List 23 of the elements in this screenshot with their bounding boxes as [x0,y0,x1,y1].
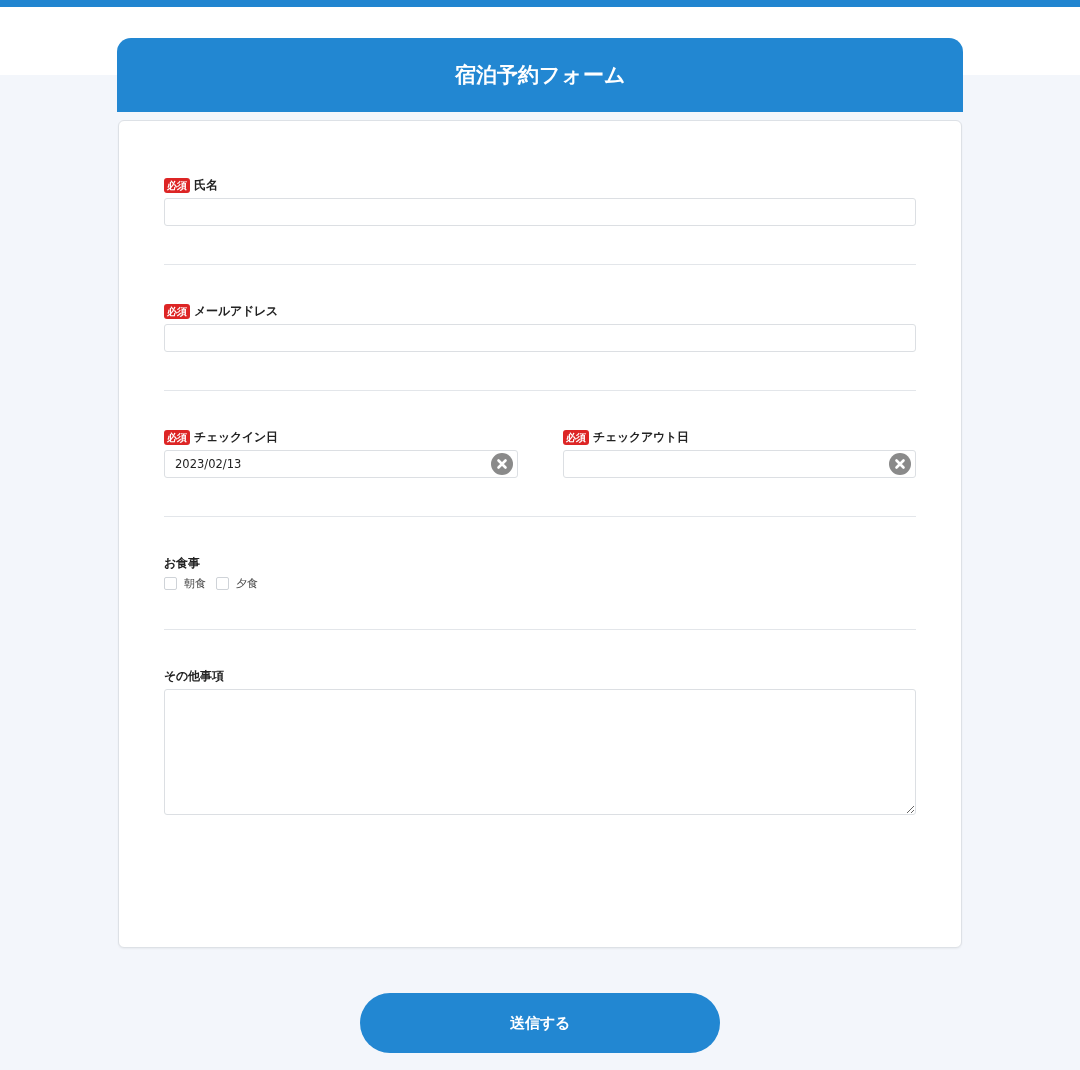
form-title: 宿泊予約フォーム [117,38,963,112]
field-label: その他事項 [164,668,224,685]
date-field[interactable] [562,450,916,478]
required-badge: 必須 [164,304,190,319]
field-label: チェックイン日 [194,429,278,446]
clear-icon[interactable] [490,453,513,475]
required-badge: 必須 [562,430,589,445]
checkbox-label: 夕食 [236,576,258,591]
date-field[interactable]: 2023/02/13 [164,450,518,478]
field-label: チェックアウト日 [592,429,689,446]
required-badge: 必須 [164,430,190,445]
field-label: お食事 [164,555,200,572]
field-label: メールアドレス [194,303,278,320]
text-field[interactable] [164,324,916,352]
clear-icon[interactable] [889,453,911,475]
checkbox-label: 朝食 [184,576,206,591]
textarea-field[interactable] [164,689,916,815]
text-field[interactable] [164,198,916,226]
required-badge: 必須 [164,178,190,193]
checkbox[interactable] [164,577,177,590]
field-label: 氏名 [194,177,218,194]
submit-button[interactable]: 送信する [360,993,720,1053]
checkbox[interactable] [216,577,229,590]
